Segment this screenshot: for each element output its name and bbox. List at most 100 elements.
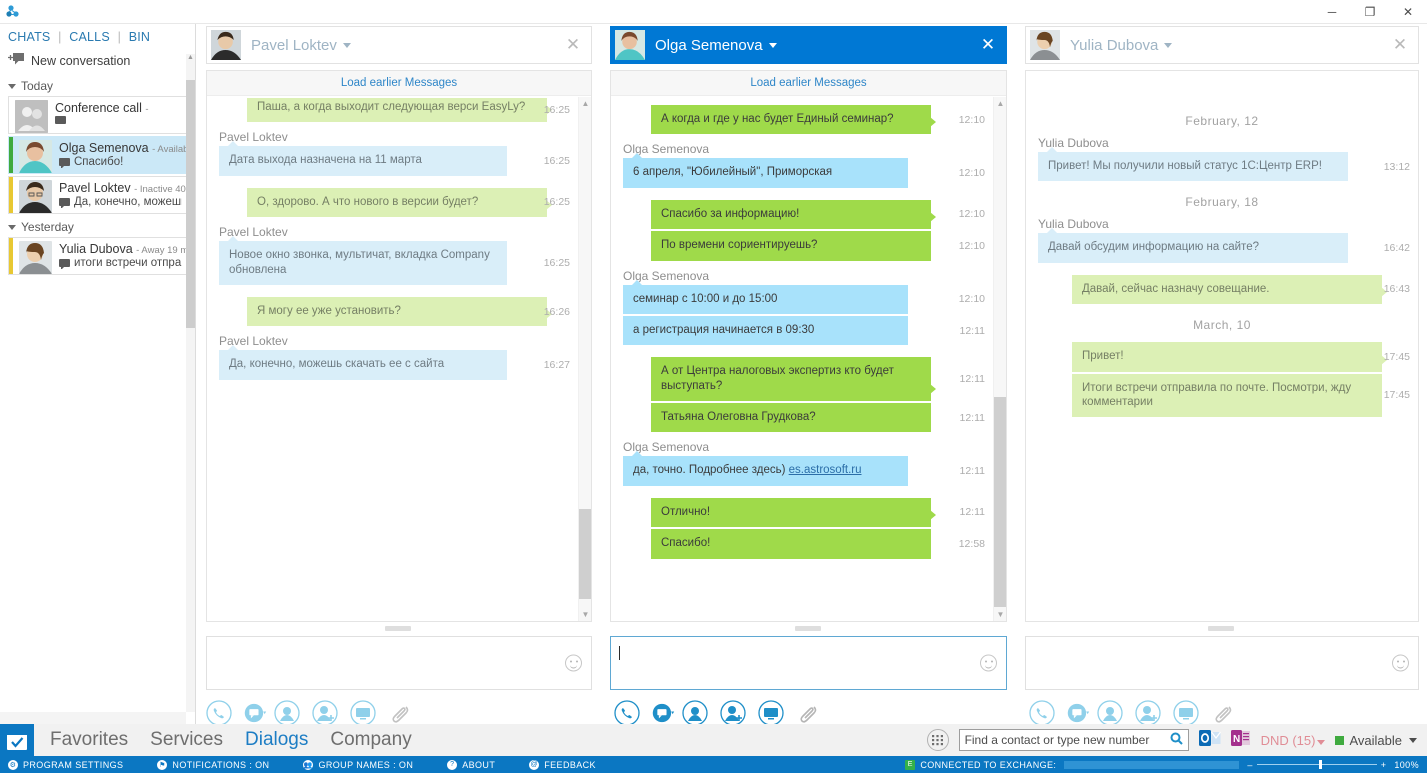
chevron-down-icon[interactable] [342, 42, 351, 48]
load-earlier-messages-link[interactable]: Load earlier Messages [611, 71, 1006, 96]
outlook-icon[interactable] [1198, 728, 1221, 753]
phone-icon[interactable] [614, 700, 640, 726]
load-earlier-messages-link[interactable]: Load earlier Messages [207, 71, 591, 96]
zoom-out-button[interactable]: – [1247, 760, 1252, 770]
sidebar-scroll-thumb[interactable] [186, 80, 195, 328]
close-icon[interactable]: ✕ [563, 36, 583, 56]
status-group-names[interactable]: 👥 GROUP NAMES : ON [303, 759, 413, 770]
scroll-up-arrow-icon[interactable]: ▲ [186, 54, 195, 64]
scroll-thumb[interactable] [994, 397, 1006, 607]
sidebar-horizontal-scrollbar[interactable] [0, 712, 186, 724]
onenote-icon[interactable]: N [1230, 728, 1251, 753]
sidebar-scrollbar[interactable]: ▲ [186, 54, 195, 712]
scroll-up-arrow-icon[interactable]: ▲ [994, 97, 1006, 110]
attach-file-icon[interactable] [1211, 700, 1237, 726]
message-row: Отлично! 12:11 [611, 497, 993, 528]
list-item-olga-semenova[interactable]: Olga Semenova - Available Спасибо! [8, 136, 187, 174]
dnd-status-dropdown[interactable]: DND (15) [1261, 733, 1326, 748]
scroll-down-arrow-icon[interactable]: ▼ [994, 608, 1006, 621]
panel-resize-handle[interactable] [794, 626, 821, 631]
contact-name: Olga Semenova [59, 141, 149, 155]
scroll-up-arrow-icon[interactable]: ▲ [579, 97, 591, 110]
chat-body: Load earlier Messages А когда и где у на… [610, 70, 1007, 622]
chat-panel-yulia-dubova: Yulia Dubova ✕ February, 12 Yulia Dubova… [1015, 24, 1427, 726]
chat-bubble-icon[interactable] [244, 700, 270, 726]
add-participant-icon[interactable] [312, 700, 338, 726]
exchange-connection-status: E CONNECTED TO EXCHANGE: [905, 759, 1056, 770]
add-participant-icon[interactable] [720, 700, 746, 726]
close-icon[interactable]: ✕ [978, 36, 998, 56]
scroll-thumb[interactable] [579, 509, 591, 599]
status-program-settings[interactable]: ⚙ PROGRAM SETTINGS [8, 759, 123, 770]
close-icon[interactable]: ✕ [1390, 36, 1410, 56]
message-timestamp: 16:43 [1383, 283, 1410, 296]
attach-file-icon[interactable] [388, 700, 414, 726]
status-notifications[interactable]: ⚑ NOTIFICATIONS : ON [157, 759, 269, 770]
message-input[interactable] [1025, 636, 1419, 690]
phone-icon[interactable] [206, 700, 232, 726]
search-icon[interactable] [1170, 732, 1183, 748]
chat-header[interactable]: Olga Semenova ✕ [610, 26, 1007, 64]
nav-item-company[interactable]: Company [330, 729, 411, 751]
message-bubble: семинар с 10:00 и до 15:00 [623, 279, 908, 314]
app-bar-logo-icon[interactable] [0, 724, 34, 756]
zoom-track[interactable] [1256, 760, 1377, 769]
availability-status-dropdown[interactable]: Available [1335, 733, 1417, 748]
emoji-icon[interactable] [980, 654, 997, 672]
chat-body: Load earlier Messages Паша, а когда выхо… [206, 70, 592, 622]
nav-item-services[interactable]: Services [150, 729, 223, 751]
add-participant-icon[interactable] [1135, 700, 1161, 726]
group-header-yesterday[interactable]: Yesterday [0, 216, 195, 237]
message-timestamp: 12:10 [958, 293, 985, 306]
avatar [19, 140, 52, 173]
message-input[interactable] [610, 636, 1007, 690]
message-list-scrollbar[interactable]: ▲ ▼ [578, 97, 591, 621]
search-input[interactable]: Find a contact or type new number [958, 729, 1189, 751]
sidebar-tab-bin[interactable]: BIN [129, 30, 150, 44]
status-about[interactable]: ? ABOUT [447, 759, 495, 770]
list-item-yulia-dubova[interactable]: Yulia Dubova - Away 19 mins итоги встреч… [8, 237, 187, 275]
panel-resize-handle[interactable] [385, 626, 411, 631]
message-row: Спасибо за информацию! 12:10 [611, 199, 993, 230]
list-item-pavel-loktev[interactable]: Pavel Loktev - Inactive 40 mins Да, коне… [8, 176, 187, 214]
scroll-down-arrow-icon[interactable]: ▼ [579, 608, 591, 621]
share-screen-icon[interactable] [350, 700, 376, 726]
message-bubble: По времени сориентируешь? [651, 231, 931, 261]
nav-item-dialogs[interactable]: Dialogs [245, 729, 308, 751]
close-button[interactable]: ✕ [1389, 0, 1427, 24]
status-feedback[interactable]: @ FEEDBACK [529, 759, 596, 770]
chat-bubble-icon[interactable] [652, 700, 678, 726]
zoom-slider[interactable]: – + [1247, 760, 1386, 770]
zoom-knob[interactable] [1318, 760, 1322, 769]
share-screen-icon[interactable] [1173, 700, 1199, 726]
video-call-icon[interactable] [274, 700, 300, 726]
nav-item-favorites[interactable]: Favorites [50, 729, 128, 751]
zoom-in-button[interactable]: + [1381, 760, 1387, 770]
chevron-down-icon[interactable] [768, 42, 777, 48]
video-call-icon[interactable] [1097, 700, 1123, 726]
share-screen-icon[interactable] [758, 700, 784, 726]
panel-resize-handle[interactable] [1208, 626, 1234, 631]
list-item-conference-call[interactable]: Conference call - [8, 96, 187, 134]
group-header-today[interactable]: Today [0, 75, 195, 96]
sidebar-tab-chats[interactable]: CHATS [8, 30, 50, 44]
video-call-icon[interactable] [682, 700, 708, 726]
message-input[interactable] [206, 636, 592, 690]
message-link[interactable]: es.astrosoft.ru [789, 464, 862, 476]
phone-icon[interactable] [1029, 700, 1055, 726]
chevron-down-icon[interactable] [1164, 42, 1173, 48]
chat-header[interactable]: Pavel Loktev ✕ [206, 26, 592, 64]
chat-bubble-icon[interactable] [1067, 700, 1093, 726]
minimize-button[interactable]: ─ [1313, 0, 1351, 24]
maximize-button[interactable]: ❐ [1351, 0, 1389, 24]
emoji-icon[interactable] [1392, 654, 1409, 672]
new-conversation-button[interactable]: New conversation [0, 48, 195, 75]
attach-file-icon[interactable] [796, 700, 822, 726]
message-list-scrollbar[interactable]: ▲ ▼ [993, 97, 1006, 621]
list-item-meta: Yulia Dubova - Away 19 mins итоги встреч… [59, 241, 186, 269]
chat-header[interactable]: Yulia Dubova ✕ [1025, 26, 1419, 64]
dialpad-icon[interactable] [926, 729, 949, 751]
emoji-icon[interactable] [565, 654, 582, 672]
preview-text: Да, конечно, можешь скач [74, 196, 182, 208]
sidebar-tab-calls[interactable]: CALLS [69, 30, 110, 44]
